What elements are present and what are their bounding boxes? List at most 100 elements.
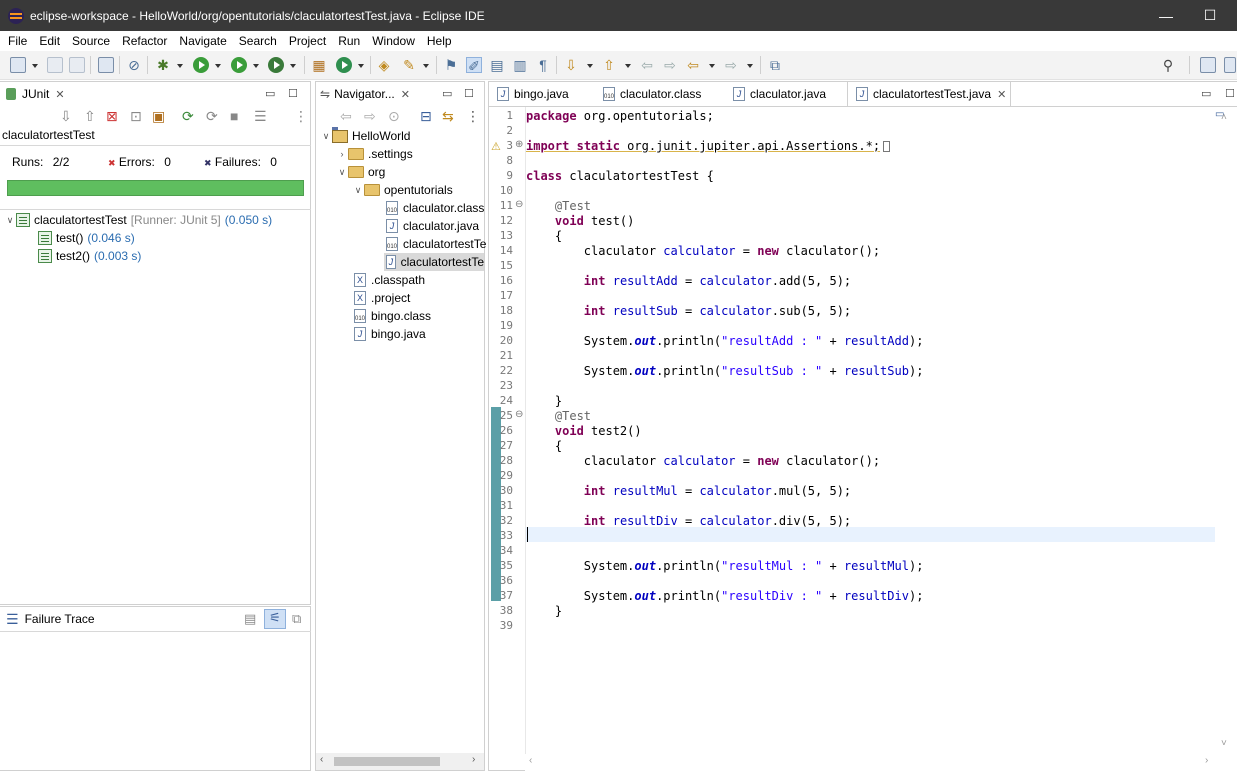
close-icon[interactable]: ✕ — [55, 88, 64, 101]
fold-method-icon[interactable]: ⊖ — [515, 199, 523, 210]
minimize-button[interactable]: — — [1143, 0, 1189, 31]
junit-tab[interactable]: JUnit ✕ — [0, 82, 310, 106]
test-suite-row[interactable]: ∨ claculatortestTest [Runner: JUnit 5] (… — [4, 211, 272, 229]
code-editor[interactable]: ⚠ ⊕ ⊖ ⊖ ▭ 1 package org.opentutorials; 2 3 i… — [489, 107, 1237, 754]
expand-icon[interactable]: › — [336, 149, 348, 159]
block-selection-icon[interactable]: ▤ — [489, 57, 505, 73]
menu-project[interactable]: Project — [283, 34, 332, 48]
collapse-icon[interactable]: ∨ — [352, 185, 364, 196]
collapse-all-icon[interactable]: ⊟ — [420, 108, 432, 125]
open-type-icon[interactable]: ◈ — [376, 57, 392, 73]
nav-item-bingo-java[interactable]: Jbingo.java — [354, 325, 426, 343]
test-case-row[interactable]: test2() (0.003 s) — [38, 247, 141, 265]
new-package-icon[interactable]: ▦ — [311, 57, 327, 73]
scroll-lock-icon[interactable]: ⊡ — [130, 108, 142, 125]
minimize-editor-icon[interactable]: ▭ — [1201, 87, 1211, 100]
save-all-icon[interactable] — [69, 57, 85, 73]
open-task-icon[interactable]: ✎ — [401, 57, 417, 73]
coverage-icon[interactable] — [231, 57, 247, 73]
new-class-icon[interactable] — [336, 57, 352, 73]
forward-icon[interactable]: ⇨ — [364, 108, 376, 125]
skip-breakpoints-icon[interactable]: ⊘ — [126, 57, 142, 73]
nav-item-org[interactable]: ∨ org — [336, 163, 386, 181]
menu-edit[interactable]: Edit — [33, 34, 66, 48]
tab-bingo-java[interactable]: Jbingo.java — [489, 82, 569, 106]
back-icon[interactable]: ⇦ — [340, 108, 352, 125]
new-icon[interactable] — [10, 57, 26, 73]
scrollbar-thumb[interactable] — [334, 757, 440, 766]
show-failures-only-icon[interactable]: ⊠ — [106, 108, 118, 125]
nav-item-helloworld[interactable]: ∨ HelloWorld — [320, 126, 410, 145]
minimize-view-icon[interactable]: ▭ — [442, 87, 452, 100]
mark-occurrences-icon[interactable]: ✐ — [466, 57, 482, 74]
previous-failure-icon[interactable]: ⇧ — [84, 108, 96, 125]
horizontal-scrollbar[interactable]: ‹ › — [316, 753, 484, 770]
console-icon[interactable] — [98, 57, 114, 73]
navigator-tab[interactable]: ⇋ Navigator... ✕ — [316, 82, 484, 106]
expand-import-icon[interactable]: ⊕ — [515, 139, 523, 150]
debug-icon[interactable]: ✱ — [155, 57, 171, 73]
previous-annotation-icon[interactable]: ⇧ — [601, 57, 617, 73]
nav-item-claculator-class[interactable]: 010 claculator.class — [386, 199, 484, 217]
nav-item-project[interactable]: X .project — [354, 289, 410, 307]
nav-item-settings[interactable]: › .settings — [336, 145, 413, 163]
copy-trace-icon[interactable]: ⧉ — [292, 611, 301, 627]
close-icon[interactable]: ✕ — [997, 88, 1006, 101]
nav-item-claculatortest-class[interactable]: 010 claculatortestTe — [386, 235, 486, 253]
menu-help[interactable]: Help — [421, 34, 458, 48]
java-perspective-icon[interactable] — [1224, 57, 1236, 73]
back-icon[interactable]: ⇦ — [685, 57, 701, 73]
menu-navigate[interactable]: Navigate — [173, 34, 232, 48]
nav-item-opentutorials[interactable]: ∨ opentutorials — [352, 181, 453, 199]
word-wrap-icon[interactable]: ▥ — [512, 57, 528, 73]
menu-source[interactable]: Source — [66, 34, 116, 48]
external-tools-icon[interactable] — [268, 57, 284, 73]
open-perspective-icon[interactable] — [1200, 57, 1216, 73]
run-icon[interactable] — [193, 57, 209, 73]
close-icon[interactable]: ✕ — [401, 88, 410, 101]
link-editor-icon[interactable]: ⇆ — [442, 108, 454, 125]
editor-horizontal-scrollbar[interactable]: ‹ › — [525, 754, 1237, 771]
nav-item-bingo-class[interactable]: 010 bingo.class — [354, 307, 431, 325]
show-skipped-icon[interactable]: ▣ — [152, 108, 165, 125]
collapse-icon[interactable]: ∨ — [4, 215, 16, 226]
test-history-icon[interactable]: ☰ — [254, 108, 267, 125]
stop-icon[interactable]: ■ — [230, 108, 238, 124]
collapse-icon[interactable]: ∨ — [336, 167, 348, 178]
maximize-view-icon[interactable]: ☐ — [288, 87, 298, 100]
nav-item-classpath[interactable]: X .classpath — [354, 271, 425, 289]
maximize-view-icon[interactable]: ☐ — [464, 87, 474, 100]
last-edit-icon[interactable]: ⇦ — [639, 57, 655, 73]
tab-claculatortesttest-java[interactable]: JclaculatortestTest.java ✕ — [847, 82, 1011, 106]
forward-icon[interactable]: ⇨ — [723, 57, 739, 73]
maximize-editor-icon[interactable]: ☐ — [1225, 87, 1235, 100]
collapse-icon[interactable]: ∨ — [320, 131, 332, 142]
search-icon[interactable]: ⚲ — [1160, 57, 1176, 73]
save-icon[interactable] — [47, 57, 63, 73]
menu-refactor[interactable]: Refactor — [116, 34, 173, 48]
menu-run[interactable]: Run — [332, 34, 366, 48]
menu-search[interactable]: Search — [233, 34, 283, 48]
fold-method-icon[interactable]: ⊖ — [515, 409, 523, 420]
annotation-icon[interactable]: ⚑ — [443, 57, 459, 73]
maximize-button[interactable]: ☐ — [1187, 0, 1233, 31]
minimize-view-icon[interactable]: ▭ — [265, 87, 275, 100]
pin-editor-icon[interactable]: ⧉ — [767, 57, 783, 73]
nav-item-claculatortest-java[interactable]: JclaculatortestTe — [384, 253, 484, 271]
rerun-test-icon[interactable]: ⟳ — [182, 108, 194, 125]
scroll-down-icon[interactable]: ˅ — [1221, 738, 1227, 749]
scroll-up-icon[interactable]: ˄ — [1221, 112, 1227, 123]
nav-item-claculator-java[interactable]: Jclaculator.java — [386, 217, 479, 235]
forward-edit-icon[interactable]: ⇨ — [662, 57, 678, 73]
next-failure-icon[interactable]: ⇩ — [60, 108, 72, 125]
menu-window[interactable]: Window — [366, 34, 421, 48]
view-menu-icon[interactable]: ⋮ — [466, 108, 480, 125]
compare-results-icon[interactable]: ▤ — [244, 611, 256, 627]
tab-claculator-java[interactable]: Jclaculator.java — [725, 82, 826, 106]
up-icon[interactable]: ⊙ — [388, 108, 400, 125]
tab-claculator-class[interactable]: 010 claculator.class — [595, 82, 701, 106]
rerun-failures-icon[interactable]: ⟳ — [206, 108, 218, 125]
view-menu-icon[interactable]: ⋮ — [294, 108, 308, 125]
next-annotation-icon[interactable]: ⇩ — [563, 57, 579, 73]
filter-stack-icon[interactable]: ⚟ — [264, 609, 286, 629]
